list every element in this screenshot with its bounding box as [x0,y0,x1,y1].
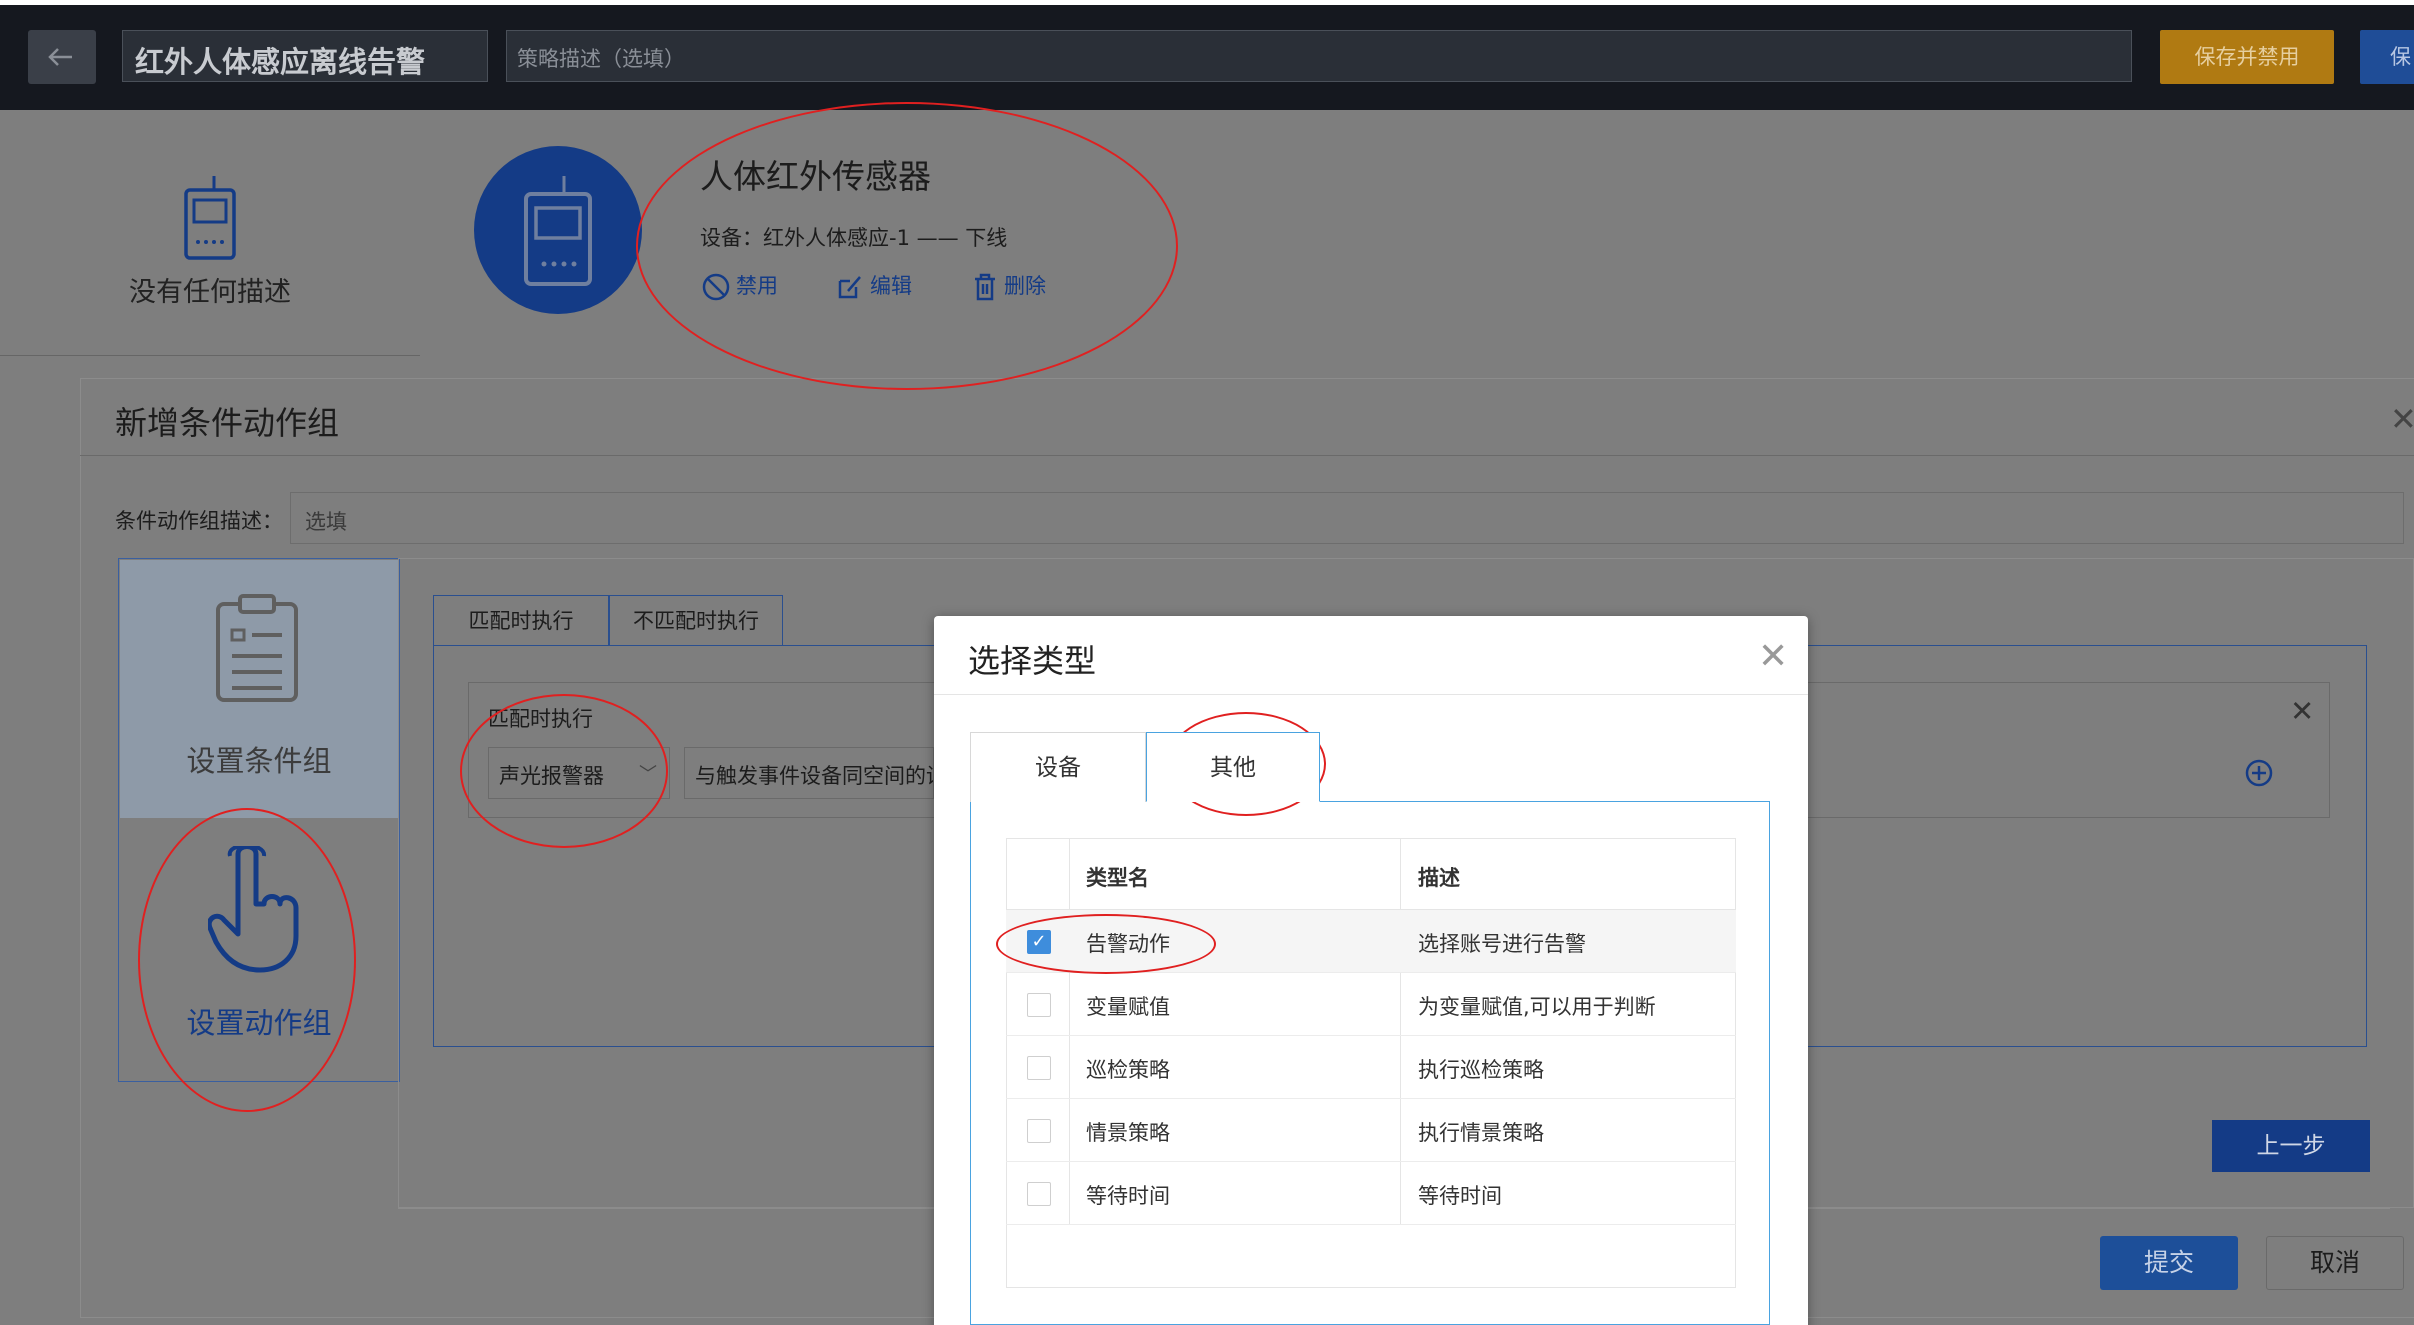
modal-header-divider [80,455,2414,456]
column-header-name: 类型名 [1086,866,1149,890]
cancel-button[interactable]: 取消 [2266,1236,2404,1290]
strategy-title-input[interactable]: 红外人体感应离线告警 [122,30,488,82]
trash-icon [975,273,995,301]
tab-other[interactable]: 其他 [1146,732,1320,802]
save-and-disable-button[interactable]: 保存并禁用 [2160,30,2334,84]
step-set-condition-label: 设置条件组 [186,744,332,778]
space-scope-select[interactable]: 与触发事件设备同空间的设 [684,747,934,799]
device-type-value: 声光报警器 [499,764,604,788]
dialog-title: 选择类型 [968,642,1097,680]
sensor-title: 人体红外传感器 [700,157,931,196]
disable-label: 禁用 [736,274,778,298]
edit-label: 编辑 [870,274,912,298]
row-type-description: 等待时间 [1418,1184,1502,1208]
row-type-description: 选择账号进行告警 [1418,932,1586,956]
delete-label: 删除 [1004,274,1046,298]
hand-pointer-icon[interactable] [208,846,310,974]
device-status-line: 设备：红外人体感应-1 —— 下线 [700,226,1008,250]
row-type-name: 等待时间 [1086,1184,1170,1208]
modal-title: 新增条件动作组 [115,404,340,442]
chevron-down-icon: ﹀ [639,764,657,785]
row-type-name: 巡检策略 [1086,1058,1170,1082]
row-type-description: 执行巡检策略 [1418,1058,1544,1082]
top-edge-line [0,0,2414,5]
row-checkbox[interactable] [1027,1119,1051,1143]
row-type-name: 变量赋值 [1086,995,1170,1019]
row-type-description: 为变量赋值,可以用于判断 [1418,995,1656,1019]
close-icon[interactable]: ✕ [2290,694,2314,728]
column-header-description: 描述 [1418,866,1460,890]
sensor-device-icon [524,176,592,286]
tab-no-match-execute[interactable]: 不匹配时执行 [609,595,783,645]
group-description-input[interactable]: 选填 [290,492,2404,544]
group-description-label: 条件动作组描述： [115,509,283,533]
row-checkbox[interactable] [1027,1056,1051,1080]
step-set-action-label[interactable]: 设置动作组 [120,1000,398,1042]
delete-action[interactable]: 删除 [972,270,1046,301]
strategy-description-input[interactable]: 策略描述（选填） [506,30,2132,82]
add-circle-icon[interactable] [2244,758,2274,788]
disable-action[interactable]: 禁用 [702,270,778,301]
submit-button[interactable]: 提交 [2100,1236,2238,1290]
tab-device[interactable]: 设备 [970,732,1146,802]
left-card-divider [0,355,420,356]
sensor-device-icon [184,176,236,260]
device-type-select[interactable]: 声光报警器 ﹀ [488,747,670,799]
row-type-name: 告警动作 [1086,932,1170,956]
dialog-header-divider [934,694,1808,695]
clipboard-icon [216,594,298,702]
no-description-text: 没有任何描述 [129,277,291,308]
row-checkbox[interactable]: ✓ [1027,930,1051,954]
row-checkbox[interactable] [1027,1182,1051,1206]
ban-icon [702,273,730,301]
previous-step-button[interactable]: 上一步 [2212,1120,2370,1172]
arrow-left-icon [48,48,72,66]
edit-icon [838,276,861,299]
row-checkbox[interactable] [1027,993,1051,1017]
close-icon[interactable]: ✕ [1758,636,1788,677]
back-button[interactable] [28,30,96,84]
row-type-name: 情景策略 [1086,1121,1170,1145]
save-button[interactable]: 保 [2360,30,2414,84]
close-icon[interactable]: ✕ [2390,400,2414,438]
row-type-description: 执行情景策略 [1418,1121,1544,1145]
tab-match-execute[interactable]: 匹配时执行 [433,595,609,645]
edit-action[interactable]: 编辑 [836,270,912,301]
match-execute-label: 匹配时执行 [488,707,593,731]
